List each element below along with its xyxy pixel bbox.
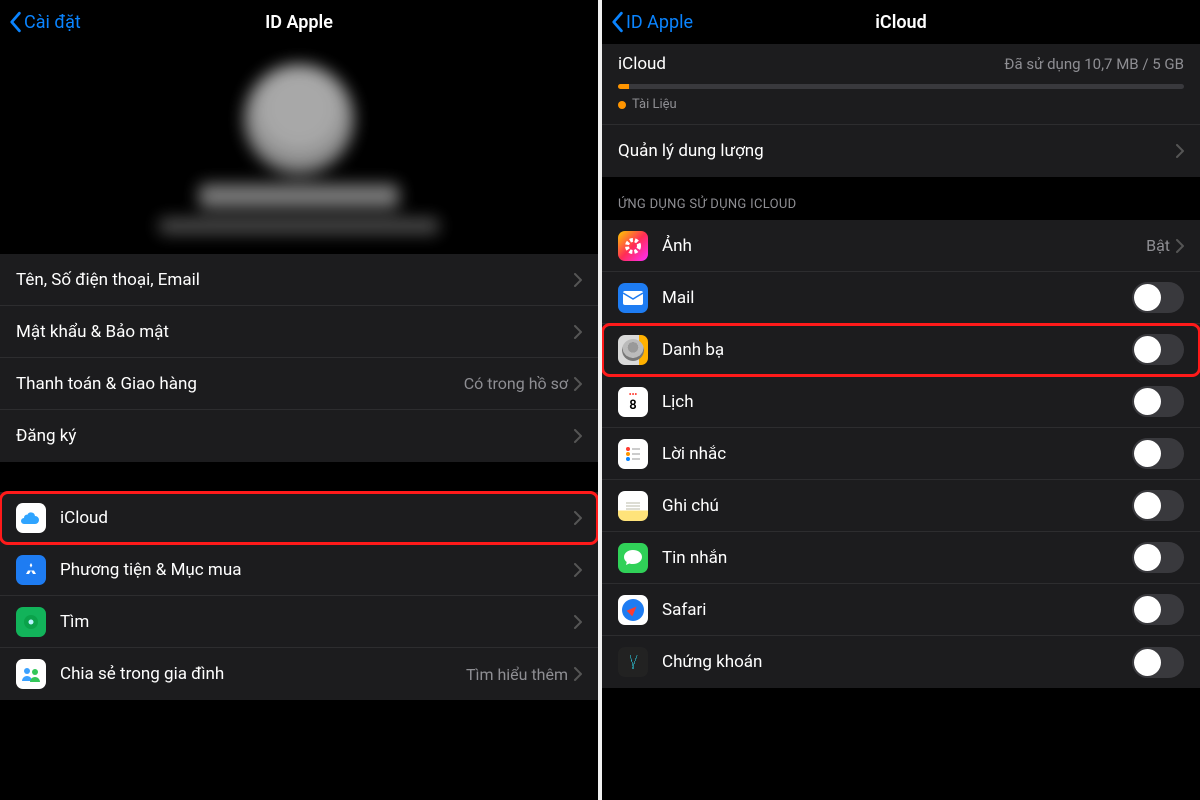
contacts-icon	[618, 335, 648, 365]
chevron-right-icon	[574, 511, 582, 525]
row-label: Mail	[662, 288, 1132, 308]
row-value: Tìm hiểu thêm	[466, 665, 568, 684]
safari-icon	[618, 595, 648, 625]
section-header: ỨNG DỤNG SỬ DỤNG ICLOUD	[602, 177, 1200, 220]
stocks-icon	[618, 647, 648, 677]
toggle-contacts[interactable]	[1132, 334, 1184, 365]
storage-bar-fill	[618, 84, 629, 89]
chevron-left-icon	[610, 11, 624, 33]
chevron-right-icon	[574, 377, 582, 391]
row-messages[interactable]: Tin nhắn	[602, 532, 1200, 584]
chevron-right-icon	[574, 429, 582, 443]
row-label: Đăng ký	[16, 426, 574, 446]
storage-legend: Tài Liệu	[618, 97, 1184, 112]
row-label: Ghi chú	[662, 496, 1132, 516]
row-media-purchases[interactable]: Phương tiện & Mục mua	[0, 544, 598, 596]
legend-label: Tài Liệu	[632, 97, 677, 112]
row-family-sharing[interactable]: Chia sẻ trong gia đình Tìm hiểu thêm	[0, 648, 598, 700]
toggle-messages[interactable]	[1132, 542, 1184, 573]
row-label: Thanh toán & Giao hàng	[16, 374, 464, 394]
notes-icon	[618, 491, 648, 521]
row-payment-shipping[interactable]: Thanh toán & Giao hàng Có trong hồ sơ	[0, 358, 598, 410]
chevron-right-icon	[1176, 239, 1184, 253]
appstore-icon	[16, 555, 46, 585]
row-label: Chia sẻ trong gia đình	[60, 664, 466, 684]
group-separator	[0, 462, 598, 492]
chevron-right-icon	[574, 615, 582, 629]
back-label: ID Apple	[626, 12, 693, 33]
family-icon	[16, 659, 46, 689]
legend-dot-icon	[618, 101, 626, 109]
row-calendar[interactable]: ••• 8 Lịch	[602, 376, 1200, 428]
mail-icon	[618, 283, 648, 313]
row-stocks[interactable]: Chứng khoán	[602, 636, 1200, 688]
findmy-icon	[16, 607, 46, 637]
messages-icon	[618, 543, 648, 573]
profile-email-blurred	[159, 218, 439, 234]
storage-header: iCloud Đã sử dụng 10,7 MB / 5 GB Tài Liệ…	[602, 44, 1200, 125]
chevron-right-icon	[574, 563, 582, 577]
row-contacts[interactable]: Danh bạ	[602, 324, 1200, 376]
row-label: Tên, Số điện thoại, Email	[16, 270, 574, 290]
row-password-security[interactable]: Mật khẩu & Bảo mật	[0, 306, 598, 358]
row-mail[interactable]: Mail	[602, 272, 1200, 324]
row-label: Lịch	[662, 392, 1132, 412]
back-label: Cài đặt	[24, 12, 81, 33]
row-subscriptions[interactable]: Đăng ký	[0, 410, 598, 462]
row-reminders[interactable]: Lời nhắc	[602, 428, 1200, 480]
toggle-notes[interactable]	[1132, 490, 1184, 521]
profile-header-blurred	[0, 44, 598, 254]
row-find-my[interactable]: Tìm	[0, 596, 598, 648]
row-label: Lời nhắc	[662, 444, 1132, 464]
icloud-icon	[16, 503, 46, 533]
reminders-icon	[618, 439, 648, 469]
row-label: Tin nhắn	[662, 548, 1132, 568]
chevron-right-icon	[574, 273, 582, 287]
toggle-mail[interactable]	[1132, 282, 1184, 313]
storage-bar	[618, 84, 1184, 89]
photos-icon	[618, 231, 648, 261]
row-label: Chứng khoán	[662, 652, 1132, 672]
row-label: Phương tiện & Mục mua	[60, 560, 574, 580]
group-manage: Quản lý dung lượng	[602, 125, 1200, 177]
row-safari[interactable]: Safari	[602, 584, 1200, 636]
row-photos[interactable]: Ảnh Bật	[602, 220, 1200, 272]
profile-name-blurred	[199, 184, 399, 208]
row-label: Tìm	[60, 612, 574, 632]
chevron-right-icon	[574, 325, 582, 339]
calendar-icon: ••• 8	[618, 387, 648, 417]
chevron-right-icon	[1176, 144, 1184, 158]
navbar: ID Apple iCloud	[602, 0, 1200, 44]
row-value: Bật	[1146, 236, 1170, 255]
screen-icloud: ID Apple iCloud iCloud Đã sử dụng 10,7 M…	[602, 0, 1200, 800]
navbar: Cài đặt ID Apple	[0, 0, 598, 44]
toggle-stocks[interactable]	[1132, 647, 1184, 678]
group-apps: Ảnh Bật Mail Danh bạ ••• 8 Lịch	[602, 220, 1200, 688]
row-label: Mật khẩu & Bảo mật	[16, 322, 574, 342]
group-personal: Tên, Số điện thoại, Email Mật khẩu & Bảo…	[0, 254, 598, 462]
toggle-calendar[interactable]	[1132, 386, 1184, 417]
row-icloud[interactable]: iCloud	[0, 492, 598, 544]
chevron-left-icon	[8, 11, 22, 33]
page-title: ID Apple	[0, 12, 598, 33]
row-label: Ảnh	[662, 236, 1146, 256]
toggle-reminders[interactable]	[1132, 438, 1184, 469]
toggle-safari[interactable]	[1132, 594, 1184, 625]
row-value: Có trong hồ sơ	[464, 374, 568, 393]
row-label: Quản lý dung lượng	[618, 141, 1176, 161]
screen-apple-id: Cài đặt ID Apple Tên, Số điện thoại, Ema…	[0, 0, 598, 800]
avatar	[244, 64, 354, 174]
row-name-phone-email[interactable]: Tên, Số điện thoại, Email	[0, 254, 598, 306]
back-button[interactable]: ID Apple	[610, 11, 693, 33]
group-services: iCloud Phương tiện & Mục mua Tìm Chia sẻ…	[0, 492, 598, 700]
row-label: Danh bạ	[662, 340, 1132, 360]
row-label: Safari	[662, 600, 1132, 620]
back-button[interactable]: Cài đặt	[8, 11, 81, 33]
storage-usage: Đã sử dụng 10,7 MB / 5 GB	[1004, 55, 1184, 73]
row-manage-storage[interactable]: Quản lý dung lượng	[602, 125, 1200, 177]
row-label: iCloud	[60, 508, 574, 528]
row-notes[interactable]: Ghi chú	[602, 480, 1200, 532]
storage-heading: iCloud	[618, 54, 666, 74]
chevron-right-icon	[574, 667, 582, 681]
